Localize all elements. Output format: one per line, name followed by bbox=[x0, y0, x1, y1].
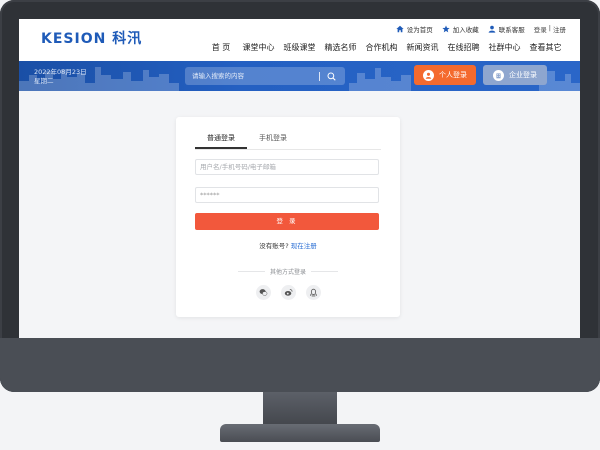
date-text: 2022年08月23日 bbox=[34, 68, 87, 76]
monitor-frame: KESION 科汛 设为首页 加入收藏 联系客服 登录 | 注册 首 页 课堂中… bbox=[0, 0, 600, 392]
qq-icon bbox=[309, 288, 318, 297]
weibo-login-button[interactable] bbox=[281, 285, 296, 300]
tab-normal-login[interactable]: 普通登录 bbox=[195, 131, 247, 149]
nav-jobs[interactable]: 在线招聘 bbox=[443, 42, 484, 53]
username-field[interactable] bbox=[195, 159, 379, 175]
monitor-stand-neck bbox=[263, 392, 337, 426]
divider-line-left bbox=[238, 271, 265, 272]
no-account-text: 没有账号? bbox=[259, 242, 289, 250]
top-links: 设为首页 加入收藏 联系客服 登录 | 注册 bbox=[396, 24, 566, 34]
weekday-text: 星期二 bbox=[34, 77, 54, 85]
other-login-label: 其他方式登录 bbox=[270, 269, 307, 276]
password-field[interactable] bbox=[195, 187, 379, 203]
monitor-stand-base bbox=[220, 424, 380, 442]
login-tabs: 普通登录 手机登录 bbox=[195, 131, 381, 150]
set-homepage-label: 设为首页 bbox=[406, 26, 433, 34]
contact-service-link[interactable]: 联系客服 bbox=[488, 24, 525, 34]
weibo-icon bbox=[284, 288, 293, 296]
search-input[interactable] bbox=[185, 71, 319, 81]
user-icon bbox=[488, 25, 496, 33]
add-favorite-label: 加入收藏 bbox=[452, 26, 479, 34]
person-icon bbox=[423, 69, 434, 81]
date-display: 2022年08月23日 星期二 bbox=[34, 68, 87, 86]
login-link[interactable]: 登录 bbox=[534, 24, 547, 34]
main-nav: 首 页 课堂中心 班级课堂 精选名师 合作机构 新闻资讯 在线招聘 社群中心 查… bbox=[204, 42, 566, 53]
nav-news[interactable]: 新闻资讯 bbox=[402, 42, 443, 53]
register-link[interactable]: 注册 bbox=[553, 24, 566, 34]
nav-teachers[interactable]: 精选名师 bbox=[320, 42, 361, 53]
search-icon bbox=[326, 71, 336, 81]
wechat-login-button[interactable] bbox=[256, 285, 271, 300]
wechat-icon bbox=[259, 289, 268, 296]
register-row: 没有账号? 现在注册 bbox=[176, 240, 400, 250]
nav-class-course[interactable]: 班级课堂 bbox=[279, 42, 320, 53]
nav-home[interactable]: 首 页 bbox=[204, 42, 238, 53]
set-homepage-link[interactable]: 设为首页 bbox=[396, 24, 433, 34]
auth-separator: | bbox=[548, 24, 551, 32]
company-login-label: 企业登录 bbox=[509, 71, 537, 79]
nav-partners[interactable]: 合作机构 bbox=[361, 42, 402, 53]
site-header: KESION 科汛 设为首页 加入收藏 联系客服 登录 | 注册 首 页 课堂中… bbox=[19, 19, 580, 61]
banner-bar: 2022年08月23日 星期二 个人登录 企业登录 bbox=[19, 61, 580, 91]
register-now-link[interactable]: 现在注册 bbox=[291, 242, 317, 250]
qq-login-button[interactable] bbox=[306, 285, 321, 300]
company-icon bbox=[493, 69, 504, 81]
nav-community[interactable]: 社群中心 bbox=[484, 42, 525, 53]
site-logo[interactable]: KESION 科汛 bbox=[41, 28, 142, 48]
other-login-divider: 其他方式登录 bbox=[238, 267, 339, 276]
star-icon bbox=[442, 25, 450, 33]
contact-service-label: 联系客服 bbox=[498, 26, 525, 34]
search-button[interactable] bbox=[320, 67, 342, 85]
nav-more[interactable]: 查看其它 bbox=[525, 42, 566, 53]
monitor-bezel bbox=[0, 338, 600, 392]
company-login-button[interactable]: 企业登录 bbox=[483, 65, 547, 85]
nav-course-center[interactable]: 课堂中心 bbox=[238, 42, 279, 53]
auth-links: 登录 | 注册 bbox=[534, 24, 566, 34]
home-icon bbox=[396, 25, 404, 33]
tab-phone-login[interactable]: 手机登录 bbox=[247, 131, 299, 149]
screen: KESION 科汛 设为首页 加入收藏 联系客服 登录 | 注册 首 页 课堂中… bbox=[19, 19, 580, 338]
social-login bbox=[256, 285, 321, 300]
login-button[interactable]: 登 录 bbox=[195, 213, 379, 230]
add-favorite-link[interactable]: 加入收藏 bbox=[442, 24, 479, 34]
personal-login-label: 个人登录 bbox=[439, 71, 467, 79]
divider-line-right bbox=[311, 271, 339, 272]
search-divider bbox=[319, 71, 320, 81]
search-box bbox=[185, 67, 345, 85]
login-card: 普通登录 手机登录 登 录 没有账号? 现在注册 其他方式登录 bbox=[176, 117, 400, 317]
personal-login-button[interactable]: 个人登录 bbox=[414, 65, 476, 85]
